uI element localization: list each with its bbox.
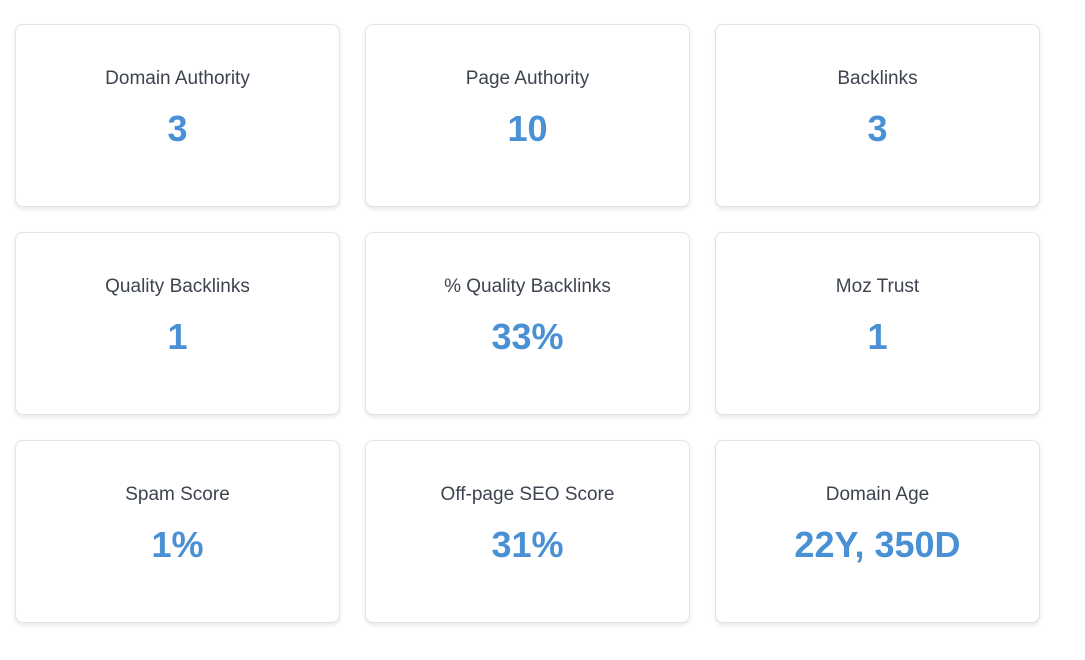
metric-value: 1%: [151, 524, 204, 565]
metric-label: Domain Age: [825, 484, 930, 505]
metric-value: 3: [167, 108, 188, 149]
metric-value: 1: [867, 316, 888, 357]
metric-label: Off-page SEO Score: [440, 484, 615, 505]
metric-label: Quality Backlinks: [105, 276, 250, 297]
metric-label: Backlinks: [837, 68, 918, 89]
metric-card-page-authority: Page Authority 10: [365, 24, 690, 207]
metric-card-moz-trust: Moz Trust 1: [715, 232, 1040, 415]
metric-card-quality-backlinks: Quality Backlinks 1: [15, 232, 340, 415]
metric-label: Domain Authority: [105, 68, 250, 89]
metric-card-domain-authority: Domain Authority 3: [15, 24, 340, 207]
metric-value: 10: [507, 108, 548, 149]
metric-label: % Quality Backlinks: [444, 276, 611, 297]
metric-label: Spam Score: [125, 484, 230, 505]
metric-card-spam-score: Spam Score 1%: [15, 440, 340, 623]
metric-card-backlinks: Backlinks 3: [715, 24, 1040, 207]
metric-value: 3: [867, 108, 888, 149]
metrics-grid: Domain Authority 3 Page Authority 10 Bac…: [15, 24, 1040, 623]
metric-label: Moz Trust: [835, 276, 920, 297]
metric-value: 31%: [491, 524, 564, 565]
metric-card-percent-quality-backlinks: % Quality Backlinks 33%: [365, 232, 690, 415]
metric-value: 22Y, 350D: [794, 524, 961, 565]
metric-card-domain-age: Domain Age 22Y, 350D: [715, 440, 1040, 623]
metric-value: 33%: [491, 316, 564, 357]
metric-card-off-page-seo-score: Off-page SEO Score 31%: [365, 440, 690, 623]
metric-value: 1: [167, 316, 188, 357]
metric-label: Page Authority: [465, 68, 590, 89]
